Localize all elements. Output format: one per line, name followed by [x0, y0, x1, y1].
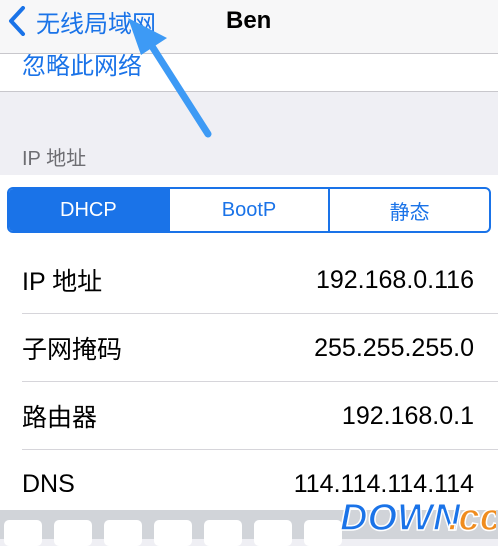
segment-dhcp[interactable]: DHCP: [9, 189, 168, 231]
segment-static[interactable]: 静态: [328, 189, 489, 231]
svg-text:.cc: .cc: [448, 497, 496, 537]
ip-details-list: IP 地址 192.168.0.116 子网掩码 255.255.255.0 路…: [0, 246, 498, 518]
row-value: 255.255.255.0: [314, 333, 474, 362]
ip-mode-segmented-control: DHCP BootP 静态: [7, 187, 491, 233]
row-label: 子网掩码: [22, 336, 123, 364]
svg-text:DOWN: DOWN: [340, 497, 462, 537]
chevron-left-icon: [8, 6, 30, 36]
keyboard-key[interactable]: [4, 520, 42, 546]
segment-container: DHCP BootP 静态: [0, 175, 498, 246]
list-item-subnet-mask: 子网掩码 255.255.255.0: [0, 314, 498, 382]
back-button-label: 无线局域网: [36, 10, 156, 38]
row-label: 路由器: [22, 404, 98, 432]
row-label: DNS: [22, 469, 75, 498]
segment-bootp[interactable]: BootP: [167, 189, 329, 231]
keyboard-key[interactable]: [54, 520, 92, 546]
list-item-ip-address: IP 地址 192.168.0.116: [0, 246, 498, 314]
back-button[interactable]: 无线局域网: [8, 5, 156, 38]
watermark-logo: DOWN .cc: [339, 496, 496, 537]
row-label: IP 地址: [22, 268, 103, 296]
keyboard-key[interactable]: [204, 520, 242, 546]
forget-network-label: 忽略此网络: [22, 54, 142, 80]
keyboard-key[interactable]: [104, 520, 142, 546]
row-value: 192.168.0.116: [315, 265, 474, 294]
keyboard-key[interactable]: [154, 520, 192, 546]
keyboard-key[interactable]: [254, 520, 292, 546]
row-value: 192.168.0.1: [341, 401, 474, 430]
page-title: Ben: [226, 7, 272, 34]
forget-network-row[interactable]: 忽略此网络: [0, 54, 498, 92]
navigation-bar: 无线局域网 Ben: [0, 0, 498, 54]
list-item-router: 路由器 192.168.0.1: [0, 382, 498, 450]
keyboard-key[interactable]: [304, 520, 342, 546]
section-header-ip: IP 地址: [22, 148, 87, 170]
